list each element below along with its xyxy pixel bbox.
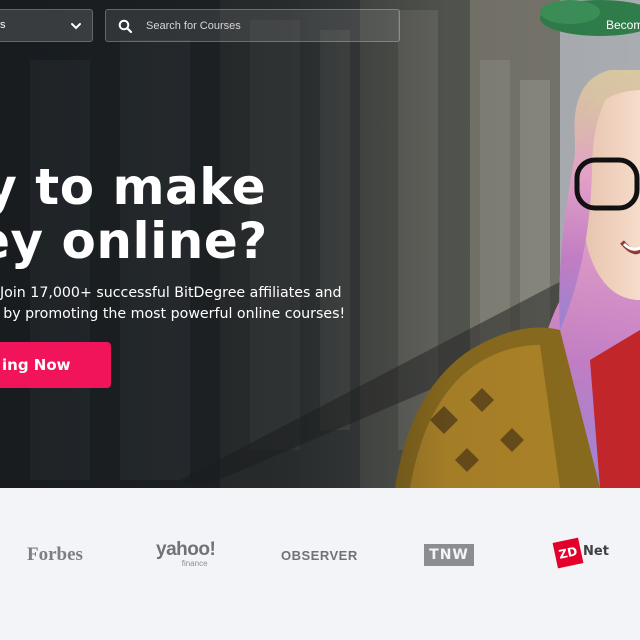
hero-subtext-line-2: e by promoting the most powerful online … bbox=[0, 306, 346, 322]
hero-headline-line-1: dy to make bbox=[0, 158, 267, 216]
zdnet-logo: ZD Net bbox=[552, 537, 615, 572]
yahoo-finance-logo: yahoo! finance bbox=[156, 539, 216, 568]
hero-headline-line-2: ney online? bbox=[0, 212, 268, 270]
zdnet-badge: ZD bbox=[552, 537, 584, 569]
tnw-logo: TNW bbox=[424, 544, 474, 566]
observer-logo: OBSERVER bbox=[281, 548, 358, 563]
hero-headline: dy to make ney online? bbox=[0, 160, 402, 268]
hero-subtext: Join 17,000+ successful BitDegree affili… bbox=[0, 283, 398, 325]
press-logos-strip: Forbes yahoo! finance OBSERVER TNW ZD Ne… bbox=[0, 488, 640, 640]
become-affiliate-link[interactable]: Becom bbox=[606, 18, 640, 32]
search-bar bbox=[105, 9, 400, 42]
hero-banner: s Becom dy to make ney online? Join 17,0… bbox=[0, 0, 640, 488]
search-input[interactable] bbox=[146, 10, 391, 41]
hero-subtext-line-1: Join 17,000+ successful BitDegree affili… bbox=[0, 285, 342, 301]
search-icon[interactable] bbox=[118, 19, 132, 33]
category-select[interactable]: s bbox=[0, 9, 93, 42]
zdnet-text: Net bbox=[583, 544, 609, 559]
yahoo-logo-text: yahoo! bbox=[156, 539, 216, 560]
category-select-label: s bbox=[0, 19, 6, 31]
chevron-down-icon bbox=[71, 23, 81, 30]
forbes-logo: Forbes bbox=[27, 544, 83, 565]
join-now-button[interactable]: ing Now bbox=[0, 342, 111, 388]
